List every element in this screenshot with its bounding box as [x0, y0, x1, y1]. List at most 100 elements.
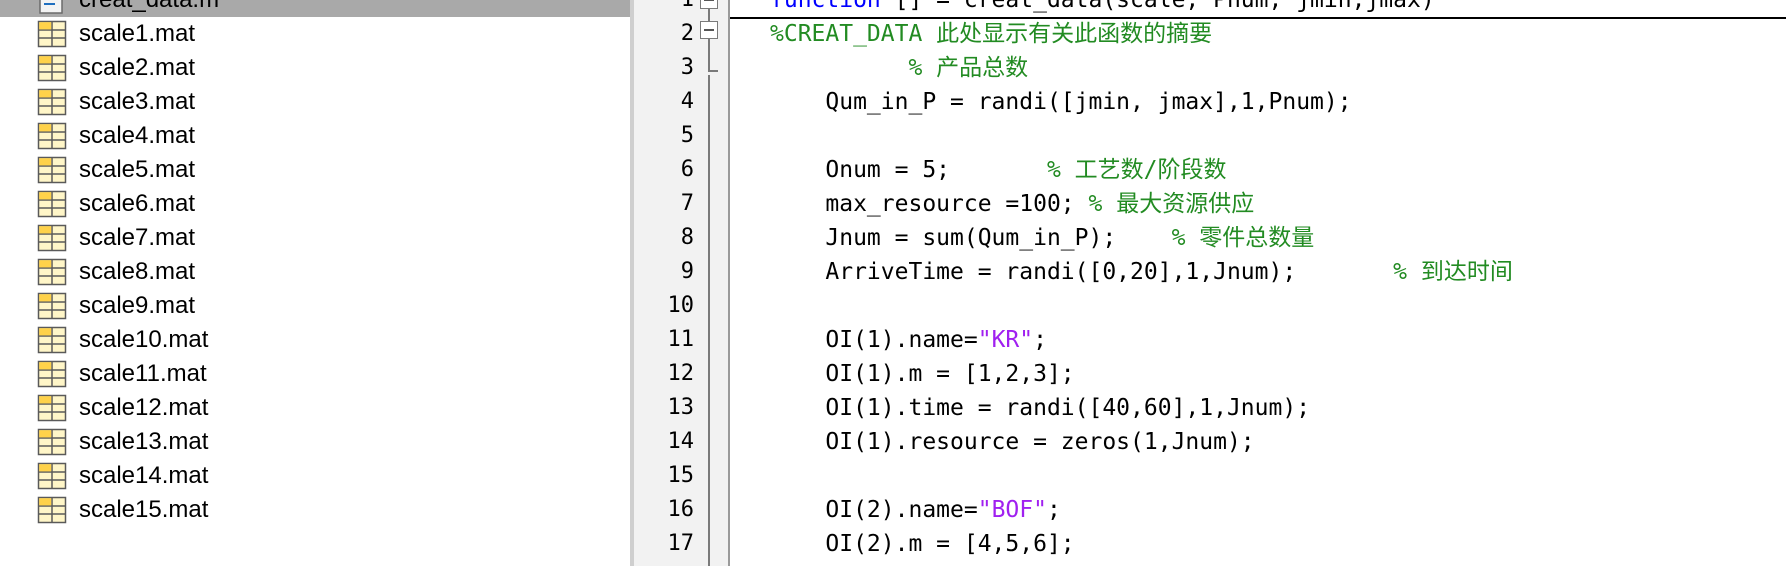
- code-text: OI(1).resource = zeros(1,Jnum);: [770, 429, 1255, 455]
- mat-file-icon: [37, 156, 67, 184]
- mat-file-icon: [37, 224, 67, 252]
- gutter-separator: [728, 0, 730, 566]
- code-editor[interactable]: 1234567891011121314151617 function [] = …: [634, 0, 1786, 566]
- file-item-label: scale1.mat: [79, 20, 196, 47]
- file-item[interactable]: scale10.mat: [0, 323, 632, 357]
- code-text: OI(1).m = [1,2,3];: [770, 361, 1075, 387]
- file-item[interactable]: scale1.mat: [0, 17, 632, 51]
- file-item[interactable]: scale5.mat: [0, 153, 632, 187]
- code-line[interactable]: ArriveTime = randi([0,20],1,Jnum); % 到达时…: [770, 255, 1786, 289]
- file-item-label: scale14.mat: [79, 462, 209, 489]
- line-number: 8: [680, 225, 694, 250]
- mat-file-icon: [37, 360, 67, 388]
- code-text: [] = creat_data(scale, Pnum, jmin,jmax): [880, 0, 1435, 13]
- file-item-label: scale9.mat: [79, 292, 196, 319]
- mat-file-icon: [37, 428, 67, 456]
- file-item[interactable]: scale2.mat: [0, 51, 632, 85]
- line-number: 15: [667, 463, 695, 488]
- file-item-label: creat_data.m: [79, 0, 219, 17]
- code-text: ArriveTime = randi([0,20],1,Jnum);: [770, 259, 1394, 285]
- code-text: Qum_in_P = randi([jmin, jmax],1,Pnum);: [770, 89, 1352, 115]
- code-line[interactable]: max_resource =100; % 最大资源供应: [770, 187, 1786, 221]
- file-item[interactable]: scale12.mat: [0, 391, 632, 425]
- code-keyword: function: [770, 0, 881, 13]
- file-item[interactable]: scale15.mat: [0, 493, 632, 527]
- code-line[interactable]: % 产品总数: [770, 51, 1786, 85]
- mat-file-icon: [37, 462, 67, 490]
- code-text: max_resource =100;: [770, 191, 1089, 217]
- code-comment: % 到达时间: [1393, 259, 1513, 285]
- line-number: 14: [667, 429, 695, 454]
- mat-file-icon: [37, 122, 67, 150]
- code-line[interactable]: %CREAT_DATA 此处显示有关此函数的摘要: [770, 17, 1786, 51]
- code-line[interactable]: Jnum = sum(Qum_in_P); % 零件总数量: [770, 221, 1786, 255]
- mat-file-icon: [37, 258, 67, 286]
- code-line[interactable]: OI(1).m = [1,2,3];: [770, 357, 1786, 391]
- file-item-label: scale10.mat: [79, 326, 209, 353]
- file-item[interactable]: scale7.mat: [0, 221, 632, 255]
- file-item[interactable]: scale6.mat: [0, 187, 632, 221]
- file-item[interactable]: scale11.mat: [0, 357, 632, 391]
- file-item[interactable]: scale3.mat: [0, 85, 632, 119]
- code-comment: % 零件总数量: [1171, 225, 1315, 251]
- line-number: 7: [680, 191, 694, 216]
- line-number: 17: [667, 531, 695, 556]
- file-item-label: scale3.mat: [79, 88, 196, 115]
- file-item-label: scale8.mat: [79, 258, 196, 285]
- line-number: 1: [634, 0, 694, 17]
- mat-file-icon: [37, 20, 67, 48]
- mat-file-icon: [37, 496, 67, 524]
- code-line[interactable]: Qum_in_P = randi([jmin, jmax],1,Pnum);: [770, 85, 1786, 119]
- line-number: 9: [680, 259, 694, 284]
- line-number: 13: [667, 395, 695, 420]
- fold-guide: [708, 39, 710, 71]
- fold-toggle-function[interactable]: [700, 0, 718, 9]
- line-number: 12: [667, 361, 695, 386]
- mat-file-icon: [37, 326, 67, 354]
- file-item[interactable]: scale8.mat: [0, 255, 632, 289]
- line-number-gutter: 1234567891011121314151617: [634, 0, 694, 566]
- line-number: 4: [680, 89, 694, 114]
- code-line[interactable]: [770, 119, 1786, 153]
- code-text: OI(1).time = randi([40,60],1,Jnum);: [770, 395, 1311, 421]
- code-text: OI(1).name=: [770, 327, 978, 353]
- code-line[interactable]: OI(1).time = randi([40,60],1,Jnum);: [770, 391, 1786, 425]
- file-item[interactable]: scale13.mat: [0, 425, 632, 459]
- file-item[interactable]: scale14.mat: [0, 459, 632, 493]
- line-number: 10: [667, 293, 695, 318]
- mat-file-icon: [37, 292, 67, 320]
- code-line[interactable]: [770, 459, 1786, 493]
- fold-end-marker: [708, 70, 718, 72]
- fold-toggle-comment[interactable]: [700, 21, 718, 39]
- line-number: 3: [680, 55, 694, 80]
- mat-file-icon: [37, 190, 67, 218]
- code-line[interactable]: OI(1).name="KR";: [770, 323, 1786, 357]
- file-item[interactable]: scale9.mat: [0, 289, 632, 323]
- code-string: "KR": [977, 327, 1034, 353]
- file-item-label: scale5.mat: [79, 156, 196, 183]
- mat-file-icon: [37, 394, 67, 422]
- fold-guide: [708, 75, 710, 566]
- code-line[interactable]: Onum = 5; % 工艺数/阶段数: [770, 153, 1786, 187]
- code-text: OI(2).name=: [770, 497, 978, 523]
- code-line[interactable]: function [] = creat_data(scale, Pnum, jm…: [770, 0, 1786, 17]
- code-line[interactable]: [770, 289, 1786, 323]
- file-item-selected[interactable]: creat_data.m: [0, 0, 632, 17]
- line-number: 5: [680, 123, 694, 148]
- file-item[interactable]: scale4.mat: [0, 119, 632, 153]
- mat-file-icon: [37, 54, 67, 82]
- file-item-label: scale12.mat: [79, 394, 209, 421]
- file-item-label: scale4.mat: [79, 122, 196, 149]
- code-comment: %CREAT_DATA 此处显示有关此函数的摘要: [770, 21, 1213, 47]
- code-line[interactable]: OI(2).name="BOF";: [770, 493, 1786, 527]
- code-line[interactable]: OI(1).resource = zeros(1,Jnum);: [770, 425, 1786, 459]
- code-text: Jnum = sum(Qum_in_P);: [770, 225, 1172, 251]
- fold-guide: [708, 9, 710, 21]
- code-text: Onum = 5;: [770, 157, 1047, 183]
- file-item-label: scale11.mat: [79, 360, 207, 387]
- code-text: OI(2).m = [4,5,6];: [770, 531, 1075, 557]
- code-line[interactable]: OI(2).m = [4,5,6];: [770, 527, 1786, 561]
- code-text: ;: [1033, 327, 1047, 353]
- line-number: 16: [667, 497, 695, 522]
- line-number: 11: [667, 327, 695, 352]
